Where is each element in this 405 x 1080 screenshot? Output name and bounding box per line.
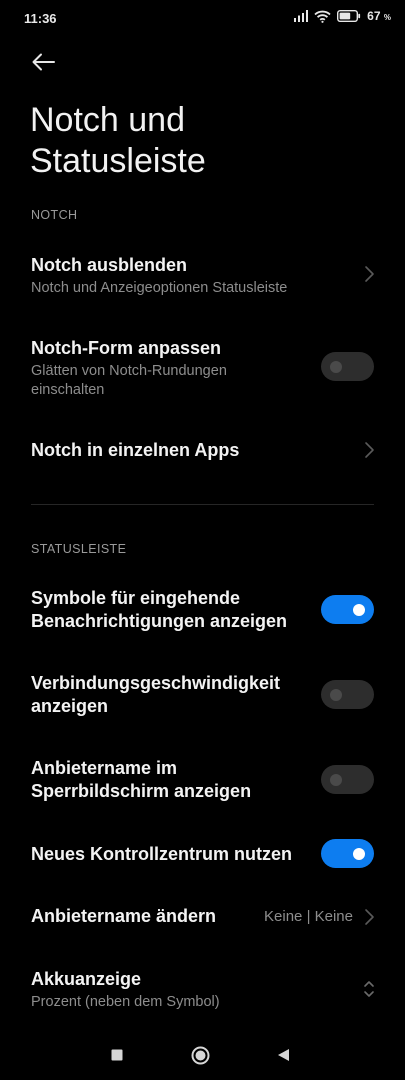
battery-percent: 67 % (367, 9, 391, 23)
row-subtitle: Notch und Anzeigeoptionen Statusleiste (31, 280, 288, 296)
row-kontrollzentrum[interactable]: Neues Kontrollzentrum nutzen (0, 830, 405, 880)
dropdown-chevron-icon (364, 981, 374, 997)
back-arrow-icon[interactable] (30, 50, 58, 74)
section-label-statusleiste: STATUSLEISTE (31, 542, 127, 556)
row-title: Anbietername ändern (31, 906, 217, 926)
status-time: 11:36 (24, 11, 57, 26)
chevron-right-icon (365, 909, 374, 925)
battery-icon (337, 10, 361, 22)
row-title: Akkuanzeige (31, 969, 142, 989)
row-subtitle: Prozent (neben dem Symbol) (31, 994, 220, 1010)
row-anbietername-aendern[interactable]: Anbietername ändern Keine | Keine (0, 892, 405, 942)
notification-icons-toggle[interactable] (321, 595, 374, 624)
row-notch-apps[interactable]: Notch in einzelnen Apps (0, 425, 405, 479)
row-title: Notch in einzelnen Apps (31, 440, 240, 460)
home-circle-icon[interactable] (191, 1046, 210, 1065)
row-verbindungsgeschwindigkeit[interactable]: Verbindungsgeschwindigkeit anzeigen (0, 660, 405, 730)
chevron-right-icon (365, 266, 374, 282)
row-title: Anbietername im Sperrbildschirm anzeigen (31, 758, 252, 801)
row-anbietername-sperrbildschirm[interactable]: Anbietername im Sperrbildschirm anzeigen (0, 745, 405, 815)
wifi-icon (314, 10, 331, 23)
row-notch-ausblenden[interactable]: Notch ausblenden Notch und Anzeigeoption… (0, 240, 405, 312)
connection-speed-toggle[interactable] (321, 680, 374, 709)
row-akkuanzeige[interactable]: Akkuanzeige Prozent (neben dem Symbol) (0, 955, 405, 1025)
page-title: Notch und Statusleiste (30, 101, 206, 180)
row-title: Neues Kontrollzentrum nutzen (31, 844, 293, 864)
carrier-name-value: Keine | Keine (264, 908, 353, 925)
row-title: Notch-Form anpassen (31, 338, 222, 358)
carrier-lockscreen-toggle[interactable] (321, 765, 374, 794)
row-title: Notch ausblenden (31, 255, 188, 275)
section-divider (31, 504, 374, 505)
row-title: Symbole für eingehende Benachrichtigunge… (31, 588, 288, 631)
row-notch-form[interactable]: Notch-Form anpassen Glätten von Notch-Ru… (0, 322, 405, 410)
notch-form-toggle[interactable] (321, 352, 374, 381)
row-symbole-benachrichtigungen[interactable]: Symbole für eingehende Benachrichtigunge… (0, 575, 405, 645)
recents-square-icon[interactable] (111, 1049, 123, 1061)
navigation-bar (0, 1030, 405, 1080)
back-triangle-icon[interactable] (277, 1048, 290, 1062)
chevron-right-icon (365, 442, 374, 458)
control-center-toggle[interactable] (321, 839, 374, 868)
row-title: Verbindungsgeschwindigkeit anzeigen (31, 673, 281, 716)
section-label-notch: NOTCH (31, 208, 78, 222)
row-subtitle: Glätten von Notch-Rundungen einschalten (31, 363, 227, 398)
status-bar: 11:36 67 % (0, 0, 405, 36)
status-icons: 67 % (294, 9, 391, 23)
signal-icon (294, 10, 309, 22)
